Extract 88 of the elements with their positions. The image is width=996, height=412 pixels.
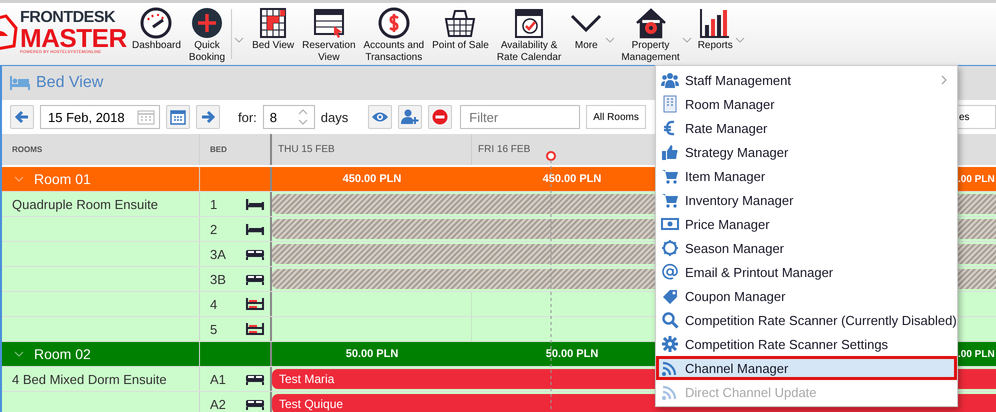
tag-icon [661,287,679,305]
double-bed-icon [246,247,264,261]
menu-item[interactable]: Room Manager [656,92,957,116]
plus-icon [190,7,224,39]
price-label: .00 PLN [958,172,996,186]
no-entry-icon [432,109,448,125]
sun-icon [661,239,679,257]
arrow-left-icon [15,110,29,124]
menu-item[interactable]: Inventory Manager [656,188,957,212]
bunk-bed-icon [246,297,264,311]
settings-icon [661,335,679,353]
column-header: ROOMS [2,134,200,165]
menu-item[interactable]: Coupon Manager [656,284,957,308]
calendar-button[interactable] [166,105,190,129]
toolbar-button[interactable]: Reports [694,3,737,52]
bunk-bed-icon [246,322,264,336]
toolbar-button[interactable]: Dashboard [128,3,185,52]
double-bed-icon [246,272,264,286]
bed-icon [10,76,30,90]
single-bed-icon [246,197,264,211]
day-header: THU 15 FEB [272,134,472,165]
chevron-right-icon [941,75,947,85]
toolbar-button[interactable]: More [565,3,608,52]
toolbar-button[interactable]: Accounts and Transactions [360,3,428,64]
basket-icon [443,7,478,39]
for-label: for: [238,110,257,124]
menu-item[interactable]: Price Manager [656,212,957,236]
previous-button[interactable] [10,105,34,129]
room-header[interactable]: Room 02 [2,342,200,366]
next-button[interactable] [196,105,220,129]
column-header: BED [200,134,272,165]
spinner-icon [298,108,308,126]
menu-item[interactable]: Channel Manager [656,356,957,380]
days-label: days [320,110,348,124]
logo-icon [0,12,18,52]
remove-button[interactable] [428,105,452,129]
price-label: 50.00 PLN [346,348,398,360]
calendar-icon [137,109,155,125]
search-icon [661,311,679,329]
dollar-icon [376,7,411,39]
date-field[interactable]: 15 Feb, 2018 [40,105,160,129]
calendar-icon [170,109,186,125]
thumbs-up-icon [661,143,679,161]
toolbar-button[interactable]: Availability & Rate Calendar [492,3,566,64]
menu-item[interactable]: Competition Rate Scanner Settings [656,332,957,356]
double-bed-icon [246,372,264,386]
house-gear-icon [634,7,668,39]
at-icon [661,263,679,281]
toolbar-button[interactable]: Property Management [617,3,684,64]
add-user-icon [401,109,420,125]
chevron-icon [14,175,24,183]
rss-icon [661,359,679,377]
arrow-right-icon [201,110,215,124]
double-bed-icon [246,397,264,411]
eye-icon [371,111,390,123]
toolbar-button[interactable]: Reservation View [298,3,360,64]
view-button[interactable] [368,105,392,129]
chevron-icon [14,350,24,358]
menu-item[interactable]: Item Manager [656,164,957,188]
toolbar-button[interactable]: Bed View [248,3,298,52]
room-select[interactable]: All Rooms [586,105,646,129]
toolbar-button[interactable]: Point of Sale [428,3,493,52]
people-icon [661,71,679,89]
single-bed-icon [246,222,264,236]
room-type-cell: Quadruple Room Ensuite [2,192,200,216]
cart-icon [661,191,679,209]
page-title: Bed View [36,74,104,92]
price-label: 450.00 PLN [542,173,602,185]
menu-item[interactable]: Season Manager [656,236,957,260]
menu-item[interactable]: Email & Printout Manager [656,260,957,284]
banknote-icon [661,215,679,233]
dashboard-icon [139,7,174,39]
toolbar-button[interactable]: Quick Booking [184,3,230,64]
days-field[interactable]: 8 [262,105,315,129]
rss-icon [661,383,679,401]
list-icon [312,7,346,39]
add-guest-button[interactable] [398,105,422,129]
room-type-cell: 4 Bed Mixed Dorm Ensuite [2,367,200,391]
brand-name: MASTER [20,26,127,50]
price-label: 450.00 PLN [342,173,402,185]
building-icon [661,95,679,113]
menu-item[interactable]: Staff Management [656,68,957,92]
menu-item[interactable]: Competition Rate Scanner (Currently Disabled) [656,308,957,332]
price-label: 50.00 PLN [546,348,598,360]
price-label: .00 PLN [958,348,996,362]
cart-icon [661,167,679,185]
filter-field[interactable]: Filter [460,105,580,129]
brand-name: FRONTDESK [20,10,116,26]
